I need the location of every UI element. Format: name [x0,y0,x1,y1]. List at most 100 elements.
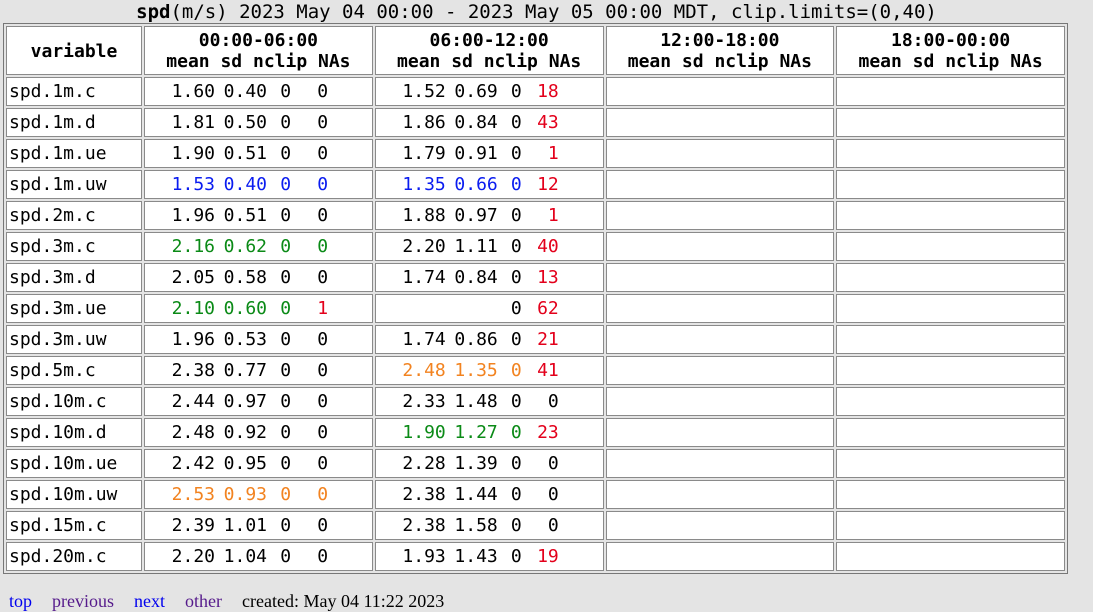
nclip-value: 0 [280,391,292,412]
period-cell-p2: 1.79 0.91 0 1 [374,139,604,168]
period-cell-p2: 2.38 1.58 0 0 [374,511,604,540]
nas-value: 1 [547,143,559,164]
period-cell-p2: 2.28 1.39 0 0 [374,449,604,478]
nas-value: 18 [537,81,559,102]
variable-cell: spd.5m.c [6,356,143,385]
period-cell-p3 [605,511,835,540]
nas-value: 13 [537,267,559,288]
period-cell-p4 [836,542,1065,571]
mean-value: 2.38 [171,360,216,381]
nas-value: 0 [317,236,329,257]
nas-value: 21 [537,329,559,350]
sd-value: 0.84 [454,267,498,288]
nclip-value: 0 [280,143,292,164]
period-cell-p3 [605,325,835,354]
period-cell-p3 [605,449,835,478]
period-cell-p4 [836,449,1065,478]
nas-value: 0 [317,422,329,443]
period-cell-p2: 2.48 1.35 0 41 [374,356,604,385]
period-header-4: 18:00-00:00 mean sd nclip NAs [836,26,1065,75]
period-cell-p4 [836,387,1065,416]
period-cell-p1: 2.38 0.77 0 0 [144,356,373,385]
other-link[interactable]: other [185,591,222,611]
nclip-value: 0 [280,205,292,226]
created-timestamp: created: May 04 11:22 2023 [242,591,445,611]
table-row: spd.1m.c 1.60 0.40 0 0 1.52 0.69 0 18 [6,77,1065,106]
period-cell-p2: 2.38 1.44 0 0 [374,480,604,509]
period-cell-p1: 1.60 0.40 0 0 [144,77,373,106]
variable-cell: spd.2m.c [6,201,143,230]
period-cell-p3 [605,418,835,447]
sd-value: 0.92 [223,422,268,443]
mean-value: 2.10 [171,298,216,319]
mean-value: 2.16 [171,236,216,257]
variable-cell: spd.10m.d [6,418,143,447]
period-cell-p1: 2.05 0.58 0 0 [144,263,373,292]
nas-value: 0 [547,484,559,505]
nclip-value: 0 [510,484,522,505]
nclip-value: 0 [280,236,292,257]
next-link[interactable]: next [134,591,165,611]
mean-value: 2.38 [402,484,446,505]
variable-cell: spd.3m.d [6,263,143,292]
variable-cell: spd.1m.uw [6,170,143,199]
variable-header: variable [6,26,143,75]
period-cell-p1: 2.16 0.62 0 0 [144,232,373,261]
sd-value: 0.58 [223,267,268,288]
mean-value: 2.33 [402,391,446,412]
footer: top previous next other created: May 04 11:2… [9,590,444,612]
mean-value: 1.90 [171,143,216,164]
variable-cell: spd.15m.c [6,511,143,540]
sd-value: 0.86 [454,329,498,350]
table-row: spd.10m.c 2.44 0.97 0 0 2.33 1.48 0 0 [6,387,1065,416]
sd-value: 0.69 [454,81,498,102]
mean-value: 1.52 [402,81,446,102]
nclip-value: 0 [510,391,522,412]
nclip-value: 0 [280,484,292,505]
sd-value: 0.51 [223,143,268,164]
table-row: spd.10m.d 2.48 0.92 0 0 1.90 1.27 0 23 [6,418,1065,447]
previous-link[interactable]: previous [52,591,114,611]
mean-value: 2.20 [171,546,216,567]
variable-cell: spd.3m.c [6,232,143,261]
period-cell-p2: 1.88 0.97 0 1 [374,201,604,230]
mean-value: 1.96 [171,205,216,226]
header-row: variable 00:00-06:00 mean sd nclip NAs 06… [6,26,1065,75]
mean-value: 2.20 [402,236,446,257]
table-row: spd.15m.c 2.39 1.01 0 0 2.38 1.58 0 0 [6,511,1065,540]
nas-value: 1 [547,205,559,226]
mean-value: 1.81 [171,112,216,133]
column-subheader: mean sd nclip NAs [627,51,812,72]
period-cell-p3 [605,139,835,168]
page-title: spd(m/s) 2023 May 04 00:00 - 2023 May 05… [0,1,1073,23]
nclip-value: 0 [510,298,522,319]
nas-value: 0 [317,205,329,226]
period-cell-p4 [836,511,1065,540]
period-cell-p1: 2.10 0.60 0 1 [144,294,373,323]
table-row: spd.10m.uw 2.53 0.93 0 0 2.38 1.44 0 0 [6,480,1065,509]
mean-value: 2.28 [402,453,446,474]
table-row: spd.1m.d 1.81 0.50 0 0 1.86 0.84 0 43 [6,108,1065,137]
nclip-value: 0 [280,329,292,350]
period-cell-p3 [605,263,835,292]
mean-value: 1.90 [402,422,446,443]
nas-value: 1 [317,298,329,319]
period-cell-p1: 2.48 0.92 0 0 [144,418,373,447]
nclip-value: 0 [510,546,522,567]
period-label: 00:00-06:00 [198,30,318,51]
table-row: spd.3m.uw 1.96 0.53 0 0 1.74 0.86 0 21 [6,325,1065,354]
nas-value: 0 [317,112,329,133]
period-cell-p1: 1.90 0.51 0 0 [144,139,373,168]
period-cell-p1: 1.53 0.40 0 0 [144,170,373,199]
sd-value: 1.58 [454,515,498,536]
nas-value: 0 [317,267,329,288]
period-cell-p4 [836,108,1065,137]
period-cell-p2: 2.33 1.48 0 0 [374,387,604,416]
period-cell-p1: 1.96 0.51 0 0 [144,201,373,230]
top-link[interactable]: top [9,591,32,611]
mean-value: 1.96 [171,329,216,350]
period-cell-p3 [605,480,835,509]
mean-value: 1.74 [402,267,446,288]
mean-value: 1.93 [402,546,446,567]
nas-value: 0 [317,453,329,474]
